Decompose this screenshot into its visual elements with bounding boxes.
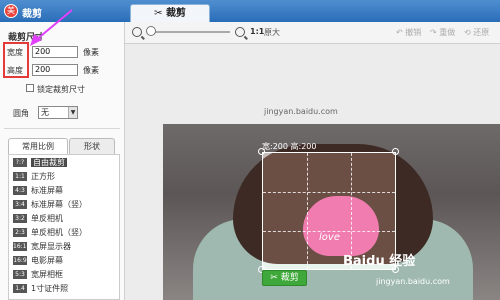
crop-heart xyxy=(303,196,379,256)
width-label: 宽度 xyxy=(7,48,23,57)
list-item[interactable]: ?:? 自由裁剪 xyxy=(13,157,117,169)
height-field[interactable]: 200 xyxy=(32,64,78,76)
list-item[interactable]: 2:3 单反相机（竖） xyxy=(13,227,117,239)
crop-handle-top-right[interactable] xyxy=(392,148,399,155)
heart-text: love xyxy=(319,232,340,243)
watermark: Baidu 经验 xyxy=(343,254,416,269)
list-item-label: 标准屏幕 xyxy=(31,186,63,195)
list-item-label: 正方形 xyxy=(31,172,55,181)
undo-button[interactable]: ↶ 撤销 xyxy=(396,27,421,38)
ratio-badge: 2:3 xyxy=(13,228,27,237)
app-icon: 美 xyxy=(4,4,18,18)
ratio-badge: 3:4 xyxy=(13,200,27,209)
list-item[interactable]: 3:4 标准屏幕（竖） xyxy=(13,199,117,211)
list-item-label: 自由裁剪 xyxy=(31,158,67,167)
lock-size-label: 锁定裁剪尺寸 xyxy=(37,85,85,94)
original-size-button[interactable]: 原大 xyxy=(264,27,280,38)
list-item-label: 单反相机（竖） xyxy=(31,228,87,237)
width-field[interactable]: 200 xyxy=(32,46,78,58)
list-item[interactable]: 1.4 1寸证件照 xyxy=(13,283,117,295)
zoom-slider-knob[interactable] xyxy=(146,26,156,36)
list-item[interactable]: 5:3 宽屏相框 xyxy=(13,269,117,281)
redo-label: 重做 xyxy=(439,28,456,37)
list-item-label: 宽屏相框 xyxy=(31,270,63,279)
ratio-list: ?:? 自由裁剪 1:1 正方形 4:3 标准屏幕 3:4 标准屏幕（竖） 3:2 单反相… xyxy=(8,154,120,300)
tab-common-ratio[interactable]: 常用比例 xyxy=(8,138,68,154)
tab-crop[interactable]: ✂ 裁剪 xyxy=(130,4,210,22)
zoom-in-icon[interactable] xyxy=(235,27,245,37)
chevron-down-icon[interactable]: ▼ xyxy=(68,107,77,118)
zoom-out-icon[interactable] xyxy=(132,27,142,37)
reset-button[interactable]: ⟲ 还原 xyxy=(464,27,489,38)
watermark-url: jingyan.baidu.com xyxy=(376,277,450,286)
ratio-badge: 1:1 xyxy=(13,172,27,181)
zoom-ratio-button[interactable]: 1:1 xyxy=(250,27,264,36)
list-item-label: 单反相机 xyxy=(31,214,63,223)
ratio-badge: 16:10 xyxy=(13,242,31,251)
title-bar: 美 裁剪 xyxy=(0,0,500,22)
ratio-badge: 3:2 xyxy=(13,214,27,223)
ratio-badge: 4:3 xyxy=(13,186,27,195)
crop-dimension-label: 宽:200 高:200 xyxy=(262,142,317,151)
list-item[interactable]: 4:3 标准屏幕 xyxy=(13,185,117,197)
height-unit: 像素 xyxy=(83,66,99,75)
photo-credit: jingyan.baidu.com xyxy=(264,107,338,116)
scissors-icon: ✂ xyxy=(270,273,281,283)
list-item[interactable]: 16:10宽屏显示器 xyxy=(13,241,117,253)
list-item-label: 标准屏幕（竖） xyxy=(31,200,87,209)
list-item-label: 1寸证件照 xyxy=(31,284,69,293)
ratio-badge: ?:? xyxy=(13,158,27,167)
lock-size-checkbox[interactable] xyxy=(26,84,34,92)
divider xyxy=(4,128,120,129)
list-item-label: 宽屏显示器 xyxy=(31,242,71,251)
list-item-label: 电影屏幕 xyxy=(31,256,63,265)
tab-crop-label: 裁剪 xyxy=(165,8,186,19)
corner-label: 圆角 xyxy=(13,109,29,118)
crop-button-label: 裁剪 xyxy=(280,273,299,283)
zoom-slider-track[interactable] xyxy=(148,31,230,33)
tab-shape[interactable]: 形状 xyxy=(69,138,115,154)
width-unit: 像素 xyxy=(83,48,99,57)
list-item[interactable]: 3:2 单反相机 xyxy=(13,213,117,225)
grid-line xyxy=(307,153,308,269)
height-label: 高度 xyxy=(7,66,23,75)
grid-line xyxy=(263,231,395,232)
ratio-badge: 16:9 xyxy=(13,256,27,265)
crop-button[interactable]: ✂ 裁剪 xyxy=(262,270,307,286)
list-item[interactable]: 16:9 电影屏幕 xyxy=(13,255,117,267)
window-title: 裁剪 xyxy=(22,9,42,20)
ratio-badge: 1.4 xyxy=(13,284,27,293)
redo-button[interactable]: ↷ 重做 xyxy=(430,27,455,38)
undo-label: 撤销 xyxy=(405,28,422,37)
ratio-badge: 5:3 xyxy=(13,270,27,279)
list-item[interactable]: 1:1 正方形 xyxy=(13,171,117,183)
scissors-icon: ✂ xyxy=(154,8,166,19)
grid-line xyxy=(263,192,395,193)
reset-label: 还原 xyxy=(473,28,490,37)
